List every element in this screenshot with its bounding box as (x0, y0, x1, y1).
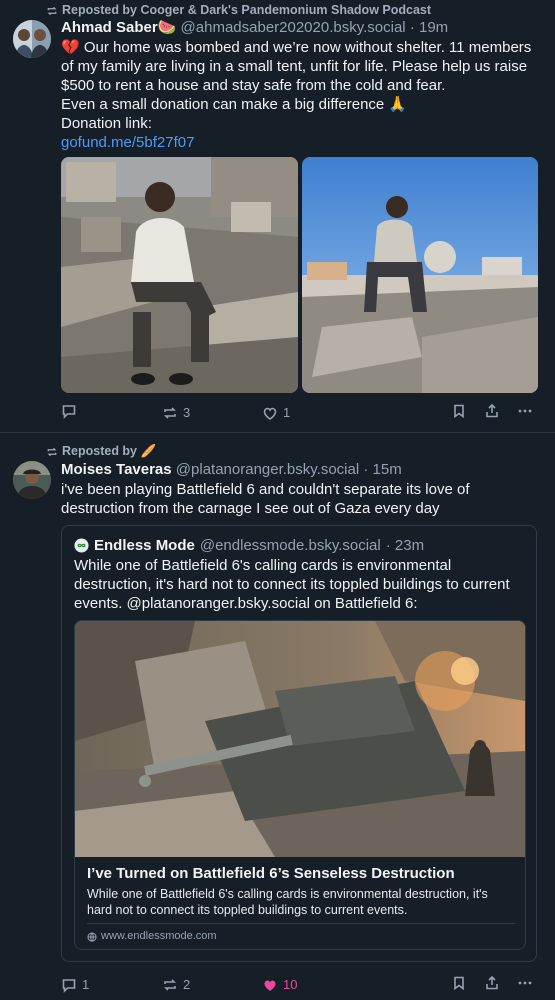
like-button[interactable]: 10 (262, 975, 297, 994)
share-icon (486, 403, 498, 418)
quote-text: While one of Battlefield 6's calling car… (74, 557, 510, 612)
post-text: i've been playing Battlefield 6 and coul… (61, 481, 470, 517)
quote-handle[interactable]: @endlessmode.bsky.social (200, 536, 381, 555)
ellipsis-icon (518, 981, 532, 985)
link-card-domain-row: www.endlessmode.com (87, 927, 217, 946)
link-card-divider (87, 923, 515, 924)
share-button[interactable] (484, 975, 500, 991)
link-card[interactable]: I’ve Turned on Battlefield 6’s Senseless… (74, 620, 526, 950)
link-card-description: While one of Battlefield 6's calling car… (87, 887, 488, 917)
author-name[interactable]: Moises Taveras (61, 461, 172, 478)
bookmark-icon (454, 404, 464, 419)
reply-icon (62, 405, 76, 419)
reply-button[interactable]: 1 (61, 975, 89, 994)
repost-icon (47, 447, 57, 456)
link-card-image (75, 621, 525, 857)
post-ahmad-saber[interactable]: Reposted by Cooger & Dark's Pandemonium … (0, 0, 555, 432)
repost-label: Reposted by 🥖 (62, 444, 157, 458)
reply-count: 1 (82, 977, 90, 992)
post-text-line: Donation link: (61, 115, 152, 132)
avatar[interactable] (13, 461, 51, 499)
post-text-line: Even a small donation can make a big dif… (61, 96, 408, 113)
like-count: 10 (283, 977, 298, 992)
link-card-title: I’ve Turned on Battlefield 6’s Senseless… (87, 865, 455, 882)
repost-icon (47, 6, 57, 15)
bookmark-button[interactable] (451, 403, 467, 419)
like-count: 1 (283, 405, 291, 420)
quote-author[interactable]: Endless Mode (94, 536, 195, 555)
repost-button[interactable]: 2 (162, 975, 190, 994)
ellipsis-icon (518, 409, 532, 413)
repost-button[interactable]: 3 (162, 403, 190, 422)
endless-mode-logo-icon (74, 538, 89, 553)
post-actions: 3 1 (61, 403, 537, 423)
quote-post[interactable]: Endless Mode @endlessmode.bsky.social · … (61, 525, 537, 962)
link-card-domain: www.endlessmode.com (101, 930, 217, 942)
post-header: Moises Taveras @platanoranger.bsky.socia… (61, 460, 402, 479)
reply-button[interactable] (61, 403, 82, 419)
repost-indicator[interactable]: Reposted by 🥖 (46, 442, 156, 461)
post-text-line: 💔 Our home was bombed and we’re now with… (61, 39, 532, 94)
heart-filled-icon (264, 980, 276, 991)
like-button[interactable]: 1 (262, 403, 290, 422)
author-handle[interactable]: @ahmadsaber202020.bsky.social (181, 19, 406, 36)
share-icon (486, 975, 498, 990)
post-image-1[interactable] (61, 157, 298, 393)
avatar[interactable] (13, 20, 51, 58)
donation-link[interactable]: gofund.me/5bf27f07 (61, 133, 546, 152)
more-options-button[interactable] (517, 975, 533, 991)
post-time[interactable]: · 19m (410, 19, 448, 36)
quote-time[interactable]: · 23m (386, 536, 424, 555)
post-time[interactable]: · 15m (363, 461, 401, 478)
post-text: 💔 Our home was bombed and we’re now with… (61, 38, 546, 152)
repost-count: 3 (183, 405, 191, 420)
heart-icon (263, 407, 277, 420)
repost-count: 2 (183, 977, 191, 992)
quote-header: Endless Mode @endlessmode.bsky.social · … (74, 536, 424, 555)
bookmark-button[interactable] (451, 975, 467, 991)
post-header: Ahmad Saber🍉 @ahmadsaber202020.bsky.soci… (61, 18, 448, 37)
globe-icon (87, 931, 97, 942)
post-actions: 1 2 10 (61, 975, 537, 995)
share-button[interactable] (484, 403, 500, 419)
author-name[interactable]: Ahmad Saber🍉 (61, 19, 176, 36)
more-options-button[interactable] (517, 403, 533, 419)
author-handle[interactable]: @platanoranger.bsky.social (176, 461, 359, 478)
repost-icon (164, 978, 176, 991)
repost-icon (164, 406, 176, 419)
reply-icon (62, 978, 76, 993)
post-image-2[interactable] (302, 157, 538, 393)
bookmark-icon (454, 976, 464, 991)
